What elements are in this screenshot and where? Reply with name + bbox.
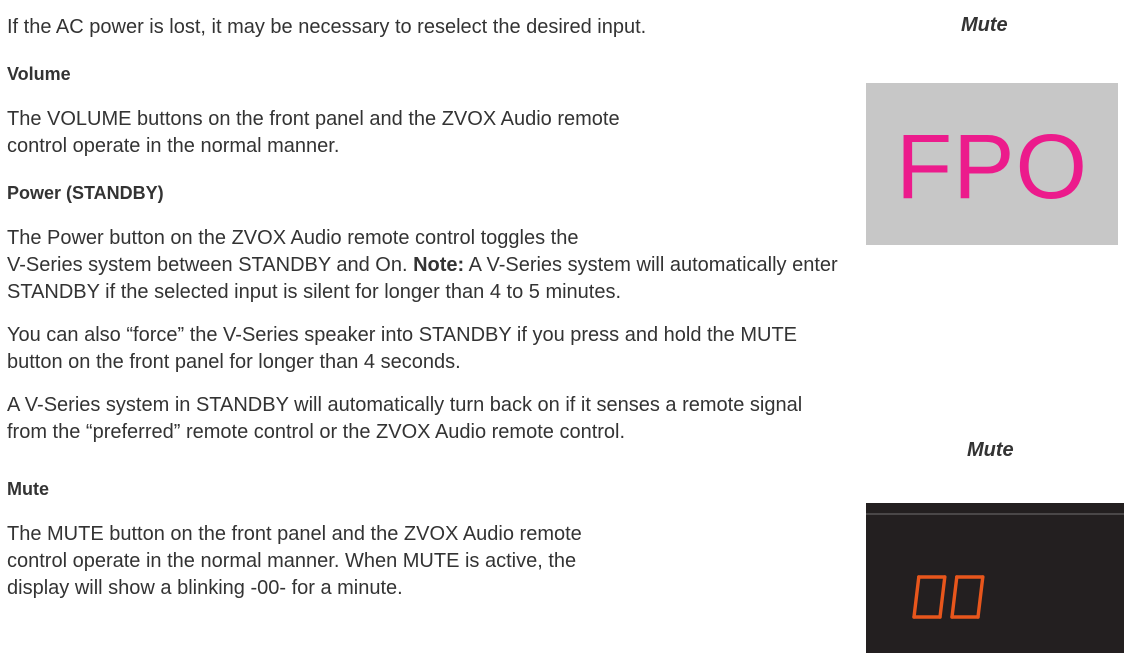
- fpo-placeholder-image: FPO: [866, 83, 1118, 245]
- power-text-line-1: The Power button on the ZVOX Audio remot…: [7, 227, 579, 249]
- front-panel-display-image: [866, 503, 1124, 653]
- segment-digit-2-stroke-4: [950, 575, 959, 619]
- power-heading: Power (STANDBY): [7, 183, 164, 203]
- mute-heading: Mute: [7, 479, 49, 499]
- fpo-placeholder-label: FPO: [895, 116, 1089, 218]
- mute-text-line-2: control operate in the normal manner. Wh…: [7, 550, 577, 572]
- force-standby-text-line-1: You can also “force” the V-Series speake…: [7, 324, 798, 346]
- figure-caption-top: Mute: [961, 14, 1008, 36]
- power-text-line-3: STANDBY if the selected input is silent …: [7, 281, 622, 303]
- segment-digit-2-stroke-2: [976, 575, 985, 619]
- figure-caption-bottom: Mute: [967, 439, 1014, 461]
- power-text-line-2: V-Series system between STANDBY and On. …: [7, 252, 838, 279]
- segment-digit-1-stroke-2: [938, 575, 947, 619]
- mute-text-line-1: The MUTE button on the front panel and t…: [7, 523, 582, 545]
- force-standby-text-line-2: button on the front panel for longer tha…: [7, 351, 461, 373]
- mute-text-line-3: display will show a blinking -00- for a …: [7, 577, 403, 599]
- volume-text-line-2: control operate in the normal manner.: [7, 135, 340, 157]
- intro-text: If the AC power is lost, it may be neces…: [7, 16, 647, 38]
- wake-text-line-1: A V-Series system in STANDBY will automa…: [7, 394, 803, 416]
- segment-digit-1-stroke-4: [912, 575, 921, 619]
- wake-text-line-2: from the “preferred” remote control or t…: [7, 421, 626, 443]
- note-label: Note:: [413, 254, 465, 276]
- volume-text-line-1: The VOLUME buttons on the front panel an…: [7, 108, 620, 130]
- power-text-line-2a: V-Series system between STANDBY and On.: [7, 254, 414, 276]
- display-panel-edge: [866, 513, 1124, 515]
- volume-heading: Volume: [7, 64, 71, 84]
- power-text-line-2b: A V-Series system will automatically ent…: [464, 254, 838, 276]
- seven-segment-readout: [912, 575, 985, 619]
